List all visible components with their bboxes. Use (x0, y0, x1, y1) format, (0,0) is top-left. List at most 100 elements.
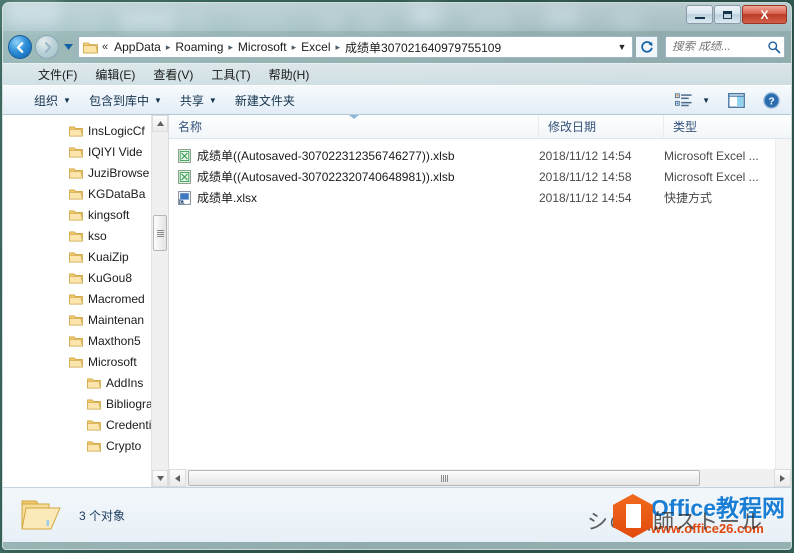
folder-icon (87, 398, 101, 409)
breadcrumb-separator[interactable]: ▸ (227, 42, 234, 53)
search-box[interactable] (665, 36, 785, 58)
close-button[interactable]: X (742, 5, 787, 24)
folder-icon (69, 251, 83, 262)
new-folder-button[interactable]: 新建文件夹 (226, 88, 304, 113)
address-bar-row: « AppData ▸ Roaming ▸ Microsoft ▸ Excel … (3, 31, 791, 63)
tree-item-kugou8[interactable]: KuGou8 (3, 267, 168, 288)
forward-button[interactable] (35, 35, 59, 59)
triangle-left-icon (175, 474, 180, 482)
include-in-library-label: 包含到库中 (88, 93, 149, 108)
refresh-button[interactable] (636, 36, 658, 58)
folder-icon (69, 188, 83, 199)
breadcrumb-item-microsoft[interactable]: Microsoft (234, 38, 291, 56)
tree-item-label: Macromed (88, 291, 145, 306)
content-panes: InsLogicCf IQIYI Vide JuziBrowse KGDataB… (3, 115, 791, 487)
menu-bar: 文件(F) 编辑(E) 查看(V) 工具(T) 帮助(H) (3, 63, 791, 85)
file-date-cell: 2018/11/12 14:54 (539, 190, 632, 205)
status-bar: 3 个对象 シの語師ストール Office教程网 www.office26.co… (3, 487, 791, 542)
menu-item-edit[interactable]: 编辑(E) (86, 64, 144, 85)
search-input[interactable] (672, 41, 767, 53)
minimize-button[interactable] (686, 5, 713, 24)
tree-item-kso[interactable]: kso (3, 225, 168, 246)
chevron-down-icon: ▼ (208, 95, 217, 105)
history-dropdown-button[interactable] (62, 35, 75, 59)
file-name-cell: 成绩单((Autosaved-307022312356746277)).xlsb (169, 147, 539, 164)
svg-text:?: ? (768, 96, 774, 107)
breadcrumb-item-roaming[interactable]: Roaming (171, 38, 227, 56)
folder-icon (69, 125, 83, 136)
menu-item-help[interactable]: 帮助(H) (260, 64, 319, 85)
scrollbar-thumb[interactable] (188, 470, 700, 486)
menu-item-tools[interactable]: 工具(T) (202, 64, 259, 85)
help-button[interactable]: ? (758, 89, 785, 112)
table-row[interactable]: 成绩单.xlsx 2018/11/12 14:54 快捷方式 (169, 187, 791, 208)
forward-arrow-icon (44, 41, 51, 53)
tree-item-label: Maxthon5 (88, 333, 141, 348)
table-row[interactable]: 成绩单((Autosaved-307022312356746277)).xlsb… (169, 145, 791, 166)
tree-item-crypto[interactable]: Crypto (3, 435, 168, 456)
tree-item-label: Maintenan (88, 312, 145, 327)
file-list-vertical-scroll-strip[interactable] (775, 139, 791, 469)
include-in-library-button[interactable]: 包含到库中 ▼ (80, 88, 171, 113)
navigation-pane-scrollbar[interactable] (151, 115, 168, 487)
file-list-horizontal-scrollbar[interactable] (169, 469, 791, 487)
breadcrumb-item-current-folder[interactable]: 成绩单307021640979755109 (341, 37, 505, 58)
table-row[interactable]: 成绩单((Autosaved-307022320740648981)).xlsb… (169, 166, 791, 187)
share-button[interactable]: 共享 ▼ (171, 88, 226, 113)
tree-item-microsoft[interactable]: Microsoft (3, 351, 168, 372)
path-overflow-chevron[interactable]: « (100, 41, 110, 53)
organize-button[interactable]: 组织 ▼ (25, 88, 80, 113)
tree-item-maintenance[interactable]: Maintenan (3, 309, 168, 330)
tree-item-kgdatabase[interactable]: KGDataBa (3, 183, 168, 204)
column-header-type[interactable]: 类型 (664, 115, 791, 138)
tree-item-juzibrowser[interactable]: JuziBrowse (3, 162, 168, 183)
address-box[interactable]: « AppData ▸ Roaming ▸ Microsoft ▸ Excel … (78, 36, 633, 58)
breadcrumb-item-excel[interactable]: Excel (297, 38, 334, 56)
tree-item-kingsoft[interactable]: kingsoft (3, 204, 168, 225)
excel-file-icon (178, 169, 191, 184)
sort-ascending-icon (348, 115, 359, 119)
file-date-cell: 2018/11/12 14:54 (539, 148, 632, 163)
tree-item-label: Credenti (106, 417, 152, 432)
scroll-up-button[interactable] (152, 115, 168, 132)
view-mode-dropdown[interactable]: ▼ (697, 93, 715, 108)
file-type-cell: Microsoft Excel ... (664, 169, 759, 184)
tree-item-label: IQIYI Vide (88, 144, 143, 159)
tree-item-label: kso (88, 228, 107, 243)
explorer-window: X « AppData ▸ Roaming ▸ Microsoft ▸ Exce… (2, 2, 792, 550)
address-dropdown-button[interactable]: ▼ (614, 42, 630, 52)
maximize-button[interactable] (714, 5, 741, 24)
folder-icon (69, 272, 83, 283)
tree-item-maxthon5[interactable]: Maxthon5 (3, 330, 168, 351)
back-button[interactable] (8, 35, 32, 59)
folder-icon (87, 419, 101, 430)
scroll-right-button[interactable] (774, 469, 791, 487)
title-bar[interactable]: X (3, 3, 791, 31)
folder-icon (69, 230, 83, 241)
tree-item-label: KuaiZip (88, 249, 129, 264)
view-mode-button[interactable] (670, 90, 697, 110)
tree-item-addins[interactable]: AddIns (3, 372, 168, 393)
scroll-left-button[interactable] (169, 469, 186, 487)
column-header-name[interactable]: 名称 (169, 115, 539, 138)
file-type-cell: 快捷方式 (664, 191, 713, 205)
preview-pane-button[interactable] (723, 90, 750, 111)
horizontal-scroll-track[interactable] (186, 469, 774, 487)
menu-item-view[interactable]: 查看(V) (144, 64, 202, 85)
scrollbar-thumb[interactable] (153, 215, 167, 251)
file-name-label: 成绩单.xlsx (197, 191, 258, 205)
scroll-down-button[interactable] (152, 470, 168, 487)
tree-item-label: Bibliogra (106, 396, 153, 411)
breadcrumb-item-appdata[interactable]: AppData (110, 38, 165, 56)
tree-item-kuaizip[interactable]: KuaiZip (3, 246, 168, 267)
search-icon[interactable] (767, 40, 781, 54)
column-header-date-label: 修改日期 (548, 120, 597, 134)
menu-item-file[interactable]: 文件(F) (29, 64, 86, 85)
tree-item-macromedia[interactable]: Macromed (3, 288, 168, 309)
tree-item-bibliography[interactable]: Bibliogra (3, 393, 168, 414)
column-header-date-modified[interactable]: 修改日期 (539, 115, 664, 138)
tree-item-iqiyi-video[interactable]: IQIYI Vide (3, 141, 168, 162)
tree-item-inslogiccf[interactable]: InsLogicCf (3, 120, 168, 141)
tree-item-credentials[interactable]: Credenti (3, 414, 168, 435)
tree-item-label: Microsoft (88, 354, 137, 369)
